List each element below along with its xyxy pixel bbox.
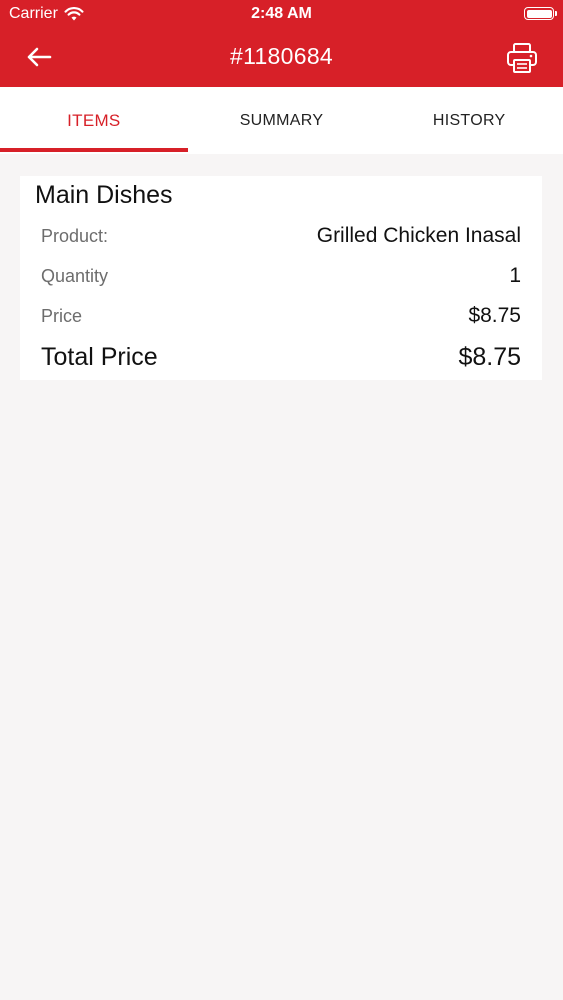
tab-history[interactable]: HISTORY [375, 87, 563, 154]
status-bar: Carrier 2:48 AM [0, 0, 563, 30]
product-label: Product: [41, 225, 109, 246]
price-row: Price $8.75 [41, 304, 521, 328]
print-button[interactable] [505, 41, 539, 75]
total-price-value: $8.75 [458, 343, 521, 371]
product-row: Product: Grilled Chicken Inasal [41, 224, 521, 248]
tab-items-label: ITEMS [67, 110, 121, 130]
quantity-value: 1 [509, 264, 521, 287]
price-label: Price [41, 305, 83, 326]
total-price-label: Total Price [41, 343, 158, 371]
product-value: Grilled Chicken Inasal [316, 224, 521, 247]
order-item-card: Main Dishes Product: Grilled Chicken Ina… [20, 176, 542, 380]
tab-bar: ITEMS SUMMARY HISTORY [0, 87, 563, 154]
tab-summary[interactable]: SUMMARY [188, 87, 376, 154]
total-row: Total Price $8.75 [41, 343, 521, 372]
tab-items[interactable]: ITEMS [0, 87, 188, 154]
tab-history-label: HISTORY [432, 111, 506, 129]
app-header: Carrier 2:48 AM #1180684 [0, 0, 563, 87]
quantity-label: Quantity [41, 265, 109, 286]
status-time: 2:48 AM [251, 5, 312, 22]
nav-bar: #1180684 [0, 30, 563, 87]
tab-summary-label: SUMMARY [239, 111, 324, 129]
quantity-row: Quantity 1 [41, 264, 521, 288]
page-title: #1180684 [229, 43, 334, 69]
price-value: $8.75 [468, 304, 521, 327]
battery-icon [524, 7, 557, 20]
printer-icon [507, 43, 537, 73]
section-title: Main Dishes [35, 181, 173, 209]
